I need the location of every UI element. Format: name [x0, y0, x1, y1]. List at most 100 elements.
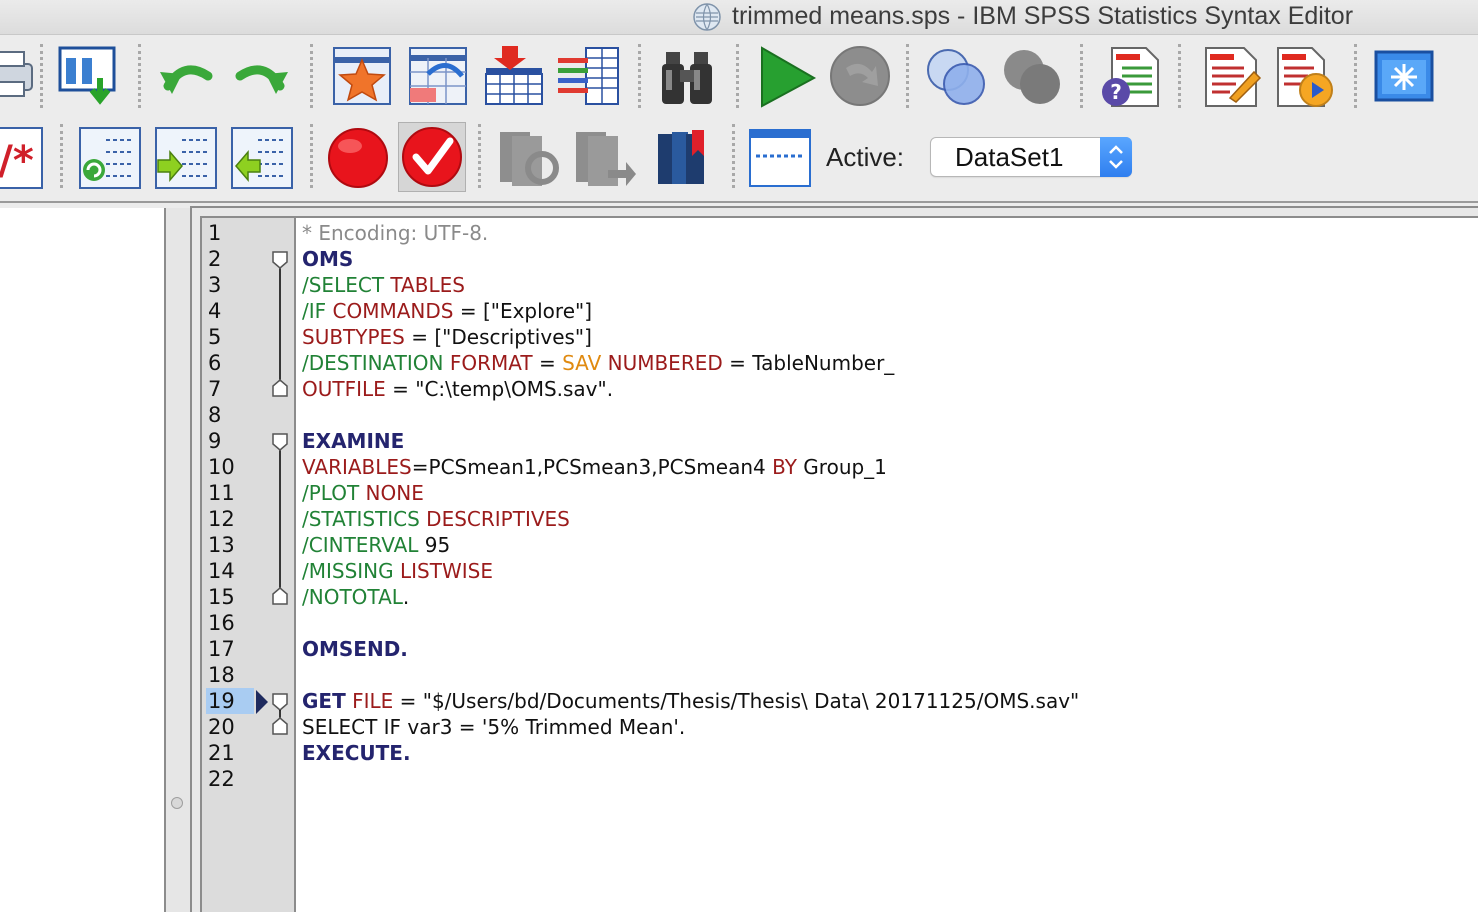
- line-number: 5: [208, 325, 222, 349]
- code-line[interactable]: /MISSING LISTWISE: [302, 558, 493, 584]
- syntax-token: = ["Explore"]: [453, 299, 592, 323]
- svg-text:/*: /*: [0, 138, 34, 184]
- breakpoint-icon[interactable]: [326, 126, 390, 190]
- goto-case-icon[interactable]: [330, 44, 394, 108]
- syntax-token: NONE: [359, 481, 424, 505]
- code-line[interactable]: OMS: [302, 246, 353, 272]
- syntax-token: OMSEND.: [302, 637, 408, 661]
- goto-variable-icon[interactable]: [406, 44, 470, 108]
- fold-gutter[interactable]: [254, 218, 296, 912]
- code-line[interactable]: EXAMINE: [302, 428, 404, 454]
- code-line[interactable]: VARIABLES=PCSmean1,PCSmean3,PCSmean4 BY …: [302, 454, 887, 480]
- navigation-pane[interactable]: [0, 208, 166, 912]
- line-number: 1: [208, 221, 222, 245]
- goto-data-icon[interactable]: [56, 44, 120, 108]
- code-line[interactable]: /SELECT TABLES: [302, 272, 465, 298]
- syntax-token: .: [402, 585, 410, 609]
- previous-bookmark-icon[interactable]: [572, 126, 636, 190]
- bookmark-icon[interactable]: [652, 126, 716, 190]
- insert-cases-icon[interactable]: [482, 44, 546, 108]
- comment-toggle-icon[interactable]: /*: [0, 126, 44, 190]
- syntax-token: SELECT IF var3 = '5% Trimmed Mean'.: [302, 715, 686, 739]
- designate-window-icon[interactable]: [1372, 44, 1436, 108]
- code-line[interactable]: GET FILE = "$/Users/bd/Documents/Thesis/…: [302, 688, 1079, 714]
- syntax-token: OMS: [302, 247, 354, 271]
- toggle-panel-icon[interactable]: [748, 126, 812, 190]
- line-number: 16: [208, 611, 235, 635]
- stop-processor-icon[interactable]: [828, 44, 892, 108]
- line-number: 4: [208, 299, 222, 323]
- syntax-file-icon: [693, 3, 721, 31]
- syntax-token: = "$/Users/bd/Documents/Thesis/Thesis\ D…: [393, 689, 1080, 713]
- svg-text:?: ?: [1110, 80, 1122, 104]
- step-through-icon[interactable]: [78, 126, 142, 190]
- syntax-token: = "C:\temp\OMS.sav".: [385, 377, 614, 401]
- line-number: 13: [208, 533, 235, 557]
- syntax-token: /DESTINATION: [302, 351, 444, 375]
- line-number: 7: [208, 377, 222, 401]
- show-dialog-icon[interactable]: [1200, 44, 1264, 108]
- code-line[interactable]: EXECUTE.: [302, 740, 411, 766]
- syntax-help-icon[interactable]: ?: [1098, 44, 1162, 108]
- syntax-token: NUMBERED: [601, 351, 723, 375]
- fold-markers: [256, 251, 288, 735]
- syntax-token: = TableNumber_: [722, 351, 895, 375]
- syntax-token: /CINTERVAL: [302, 533, 419, 557]
- syntax-token: Group_1: [796, 455, 887, 479]
- syntax-editor[interactable]: 1 2 3 4 5 6 7 8 9 10 11 12 13 14 15 16 17 18 19 20 21 22 * En…: [200, 216, 1478, 912]
- line-number: 18: [208, 663, 235, 687]
- toolbar-divider: [0, 201, 1478, 203]
- run-to-end-icon[interactable]: [1272, 44, 1336, 108]
- next-bookmark-icon[interactable]: [496, 126, 560, 190]
- code-line[interactable]: /IF COMMANDS = ["Explore"]: [302, 298, 592, 324]
- syntax-token: SAV: [562, 351, 602, 375]
- select-cases-icon[interactable]: [1000, 44, 1064, 108]
- code-line[interactable]: OUTFILE = "C:\temp\OMS.sav".: [302, 376, 613, 402]
- redo-icon[interactable]: [230, 46, 294, 110]
- syntax-token: COMMANDS: [326, 299, 454, 323]
- line-number: 2: [208, 247, 222, 271]
- variables-icon[interactable]: [556, 44, 620, 108]
- split-file-icon[interactable]: [924, 44, 988, 108]
- syntax-token: =: [532, 351, 563, 375]
- step-back-icon[interactable]: [230, 126, 294, 190]
- code-line[interactable]: /CINTERVAL 95: [302, 532, 450, 558]
- syntax-token: /MISSING: [302, 559, 394, 583]
- undo-icon[interactable]: [154, 46, 218, 110]
- chevron-updown-icon[interactable]: [1100, 137, 1132, 177]
- syntax-token: BY: [772, 455, 797, 479]
- active-dataset-select[interactable]: DataSet1: [930, 137, 1132, 177]
- step-forward-icon[interactable]: [154, 126, 218, 190]
- line-number: 22: [208, 767, 235, 791]
- syntax-token: LISTWISE: [393, 559, 493, 583]
- code-line[interactable]: /STATISTICS DESCRIPTIVES: [302, 506, 570, 532]
- line-number: 15: [208, 585, 235, 609]
- syntax-token: OUTFILE: [302, 377, 386, 401]
- syntax-token: GET: [302, 689, 346, 713]
- syntax-token: FORMAT: [443, 351, 533, 375]
- code-line[interactable]: /PLOT NONE: [302, 480, 424, 506]
- splitter-handle[interactable]: [171, 797, 183, 809]
- code-line[interactable]: /NOTOTAL.: [302, 584, 409, 610]
- syntax-token: DESCRIPTIVES: [419, 507, 570, 531]
- run-selection-icon[interactable]: [756, 44, 820, 108]
- code-line[interactable]: OMSEND.: [302, 636, 408, 662]
- validate-icon[interactable]: [398, 122, 466, 192]
- line-number: 19: [206, 688, 254, 714]
- code-line[interactable]: * Encoding: UTF-8.: [302, 220, 488, 246]
- find-icon[interactable]: [656, 44, 720, 108]
- code-line[interactable]: SUBTYPES = ["Descriptives"]: [302, 324, 592, 350]
- print-icon[interactable]: [0, 42, 42, 106]
- code-line[interactable]: SELECT IF var3 = '5% Trimmed Mean'.: [302, 714, 685, 740]
- line-number: 17: [208, 637, 235, 661]
- line-number: 9: [208, 429, 222, 453]
- pane-splitter[interactable]: [166, 208, 190, 912]
- syntax-token: VARIABLES: [302, 455, 412, 479]
- syntax-token: /IF: [302, 299, 327, 323]
- code-line[interactable]: /DESTINATION FORMAT = SAV NUMBERED = Tab…: [302, 350, 894, 376]
- title-bar: trimmed means.sps - IBM SPSS Statistics …: [0, 0, 1478, 35]
- active-dataset-label: Active:: [826, 142, 905, 172]
- syntax-token: /PLOT: [302, 481, 360, 505]
- line-number: 3: [208, 273, 222, 297]
- line-number-gutter: 1 2 3 4 5 6 7 8 9 10 11 12 13 14 15 16 17 18 19 20 21 22: [202, 218, 254, 912]
